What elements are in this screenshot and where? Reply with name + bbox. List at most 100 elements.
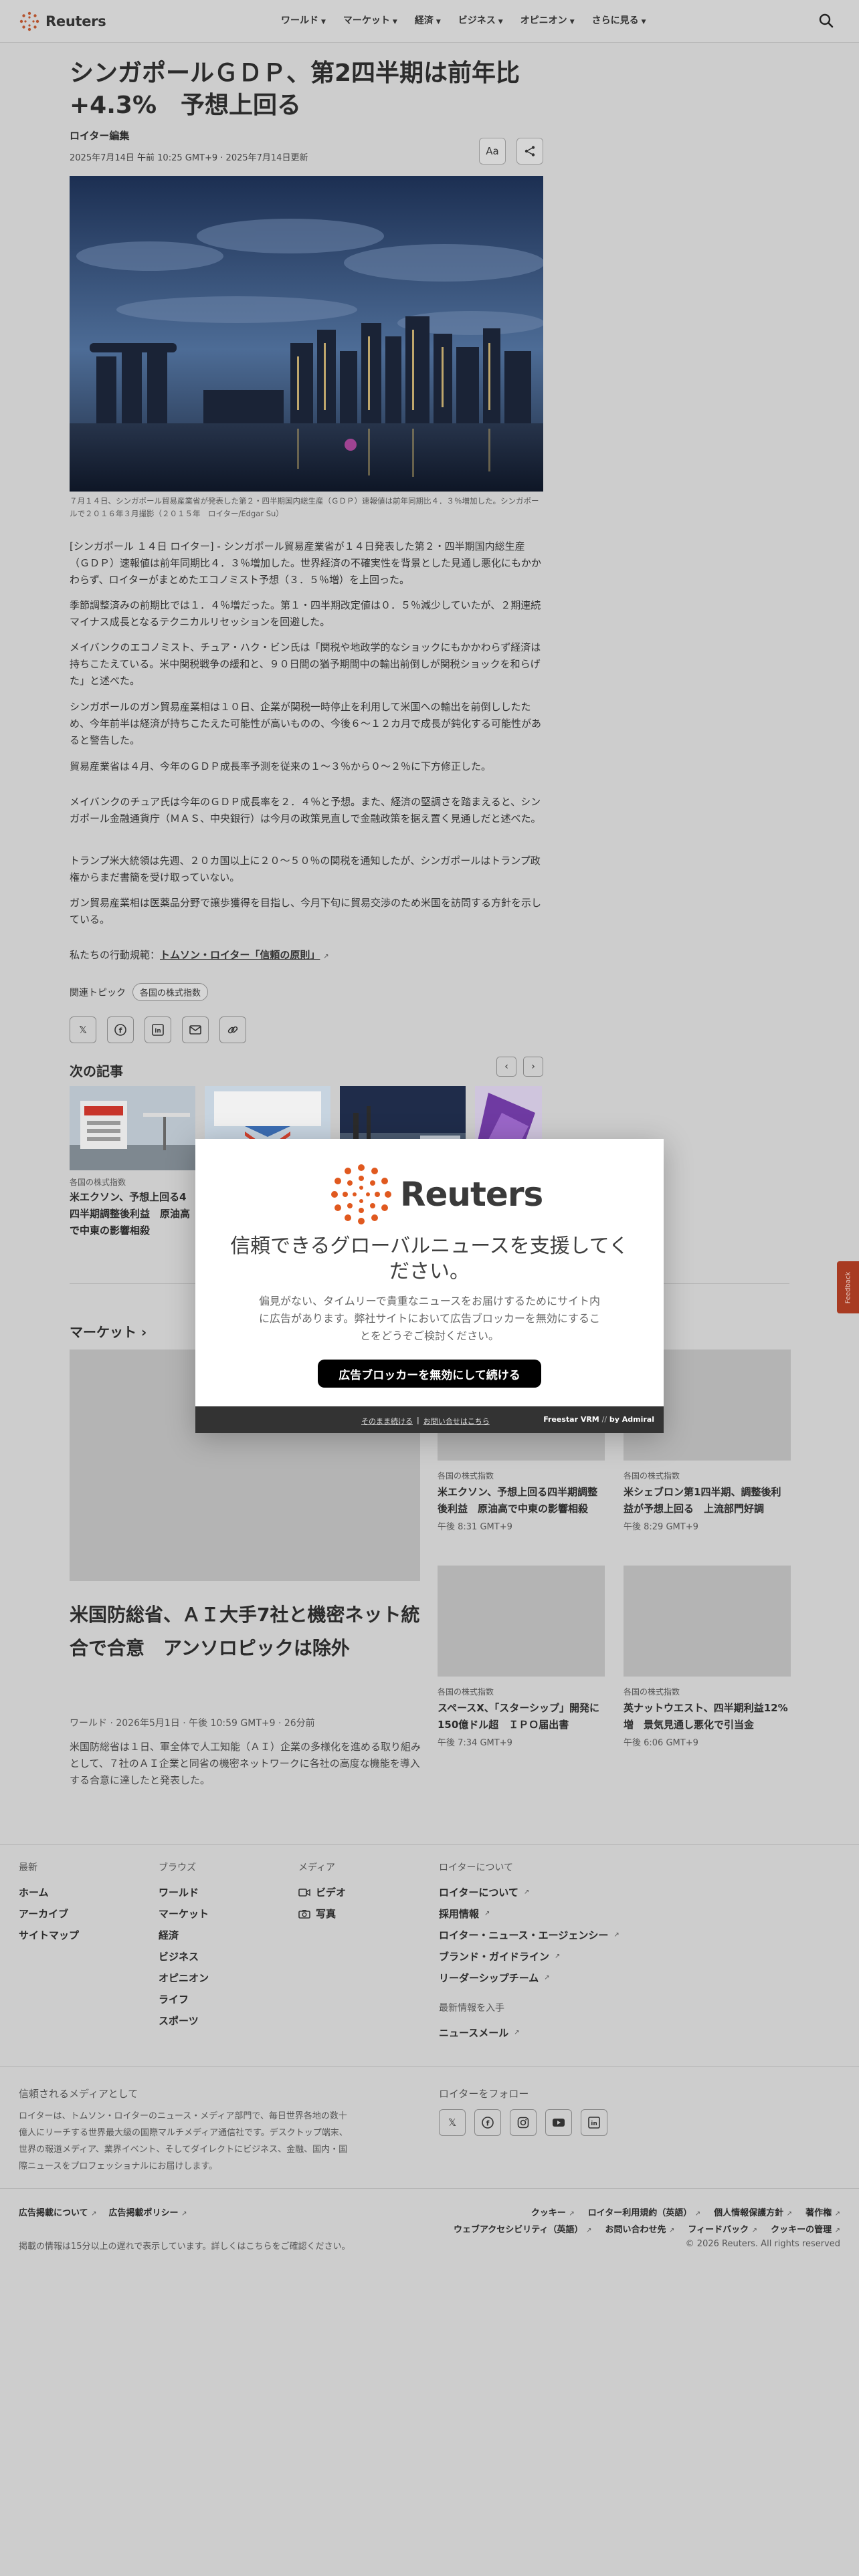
x-icon[interactable]: 𝕏: [439, 2109, 466, 2136]
legal-link[interactable]: クッキー ↗: [531, 2206, 575, 2218]
chevron-right-icon: ›: [531, 1061, 535, 1072]
footer-link[interactable]: ホーム: [19, 1882, 79, 1903]
disable-adblock-button[interactable]: 広告ブロッカーを無効にして続ける: [318, 1360, 541, 1388]
footer-link[interactable]: スポーツ: [159, 2010, 209, 2032]
instagram-icon[interactable]: [510, 2109, 537, 2136]
legal-links-right: クッキー ↗ ロイター利用規約（英語） ↗ 個人情報保護方針 ↗ 著作権 ↗ ウ…: [425, 2206, 840, 2235]
linkedin-icon[interactable]: in: [145, 1016, 171, 1043]
markets-card[interactable]: 各国の株式指数 英ナットウエスト、四半期利益12%増 景気見通し悪化で引当金 午…: [624, 1566, 791, 1748]
article-paragraph: 貿易産業省は４月、今年のＧＤＰ成長率予測を従来の１～３％から０～２％に下方修正し…: [70, 760, 492, 772]
footer-link[interactable]: 経済: [159, 1925, 209, 1946]
article-paragraph: [シンガポール １４日 ロイター] - シンガポール貿易産業省が１４日発表した第…: [70, 540, 542, 586]
chevron-right-icon: ›: [140, 1324, 147, 1340]
footer-link[interactable]: ライフ: [159, 1989, 209, 2010]
next-button[interactable]: ›: [523, 1057, 543, 1077]
svg-text:f: f: [486, 2119, 490, 2128]
footer-link[interactable]: リーダーシップチーム ↗: [439, 1967, 619, 1989]
feedback-tab[interactable]: Feedback: [837, 1261, 859, 1313]
modal-logo-text: Reuters: [400, 1175, 543, 1214]
story-category: 各国の株式指数: [70, 1178, 126, 1187]
footer-link[interactable]: ビジネス: [159, 1946, 209, 1967]
text-size-button[interactable]: Aa: [479, 138, 506, 165]
article-paragraph: ガン貿易産業相は医薬品分野で譲歩獲得を目指し、今月下旬に貿易交渉のため米国を訪問…: [70, 897, 542, 926]
topic-chip[interactable]: 各国の株式指数: [132, 983, 209, 1001]
footer-link[interactable]: アーカイブ: [19, 1903, 79, 1925]
updates-heading: 最新情報を入手: [439, 2003, 504, 2014]
share-button[interactable]: [516, 138, 543, 165]
facebook-icon[interactable]: f: [474, 2109, 501, 2136]
article-title: シンガポールＧＤＰ、第2四半期は前年比+4.3% 予想上回る: [70, 60, 520, 119]
chevron-down-icon: ▼: [641, 19, 646, 25]
legal-link[interactable]: ウェブアクセシビリティ（英語） ↗: [454, 2222, 592, 2235]
email-icon[interactable]: [182, 1016, 209, 1043]
footer-link[interactable]: ロイター・ニュース・エージェンシー ↗: [439, 1925, 619, 1946]
nav-economy[interactable]: 経済 ▼: [415, 13, 441, 27]
external-link-icon: ↗: [323, 953, 329, 960]
contact-link[interactable]: お問い合せはこちら: [423, 1416, 490, 1426]
external-link-icon: ↗: [834, 2227, 840, 2234]
article-paragraph: 季節調整済みの前期比では１．４％増だった。第１・四半期改定値は０．５％減少してい…: [70, 599, 541, 628]
markets-card-image: [438, 1566, 605, 1677]
external-link-icon: ↗: [834, 2210, 840, 2218]
chevron-left-icon: ‹: [504, 1061, 508, 1072]
nav-more[interactable]: さらに見る ▼: [592, 13, 646, 27]
nav-business[interactable]: ビジネス ▼: [458, 13, 503, 27]
search-icon[interactable]: [818, 12, 835, 29]
legal-link[interactable]: フィードバック ↗: [688, 2222, 757, 2235]
copyright: © 2026 Reuters. All rights reserved: [685, 2239, 840, 2249]
legal-link[interactable]: お問い合わせ先 ↗: [605, 2222, 674, 2235]
story-category: 各国の株式指数: [438, 1687, 494, 1697]
next-story-card[interactable]: 各国の株式指数 米エクソン、予想上回る4四半期調整後利益 原油高で中東の影響相殺: [70, 1086, 195, 1239]
youtube-icon[interactable]: [545, 2109, 572, 2136]
x-icon[interactable]: 𝕏: [70, 1016, 96, 1043]
markets-lead-meta: ワールド · 2026年5月1日 · 午後 10:59 GMT+9 · 26分前: [70, 1718, 315, 1729]
article-paragraph: シンガポールのガン貿易産業相は１０日、企業が関税一時停止を利用して米国への輸出を…: [70, 701, 542, 746]
story-time: 午後 6:06 GMT+9: [624, 1738, 698, 1748]
footer-link[interactable]: オピニオン: [159, 1967, 209, 1989]
share-bar: 𝕏 f in: [70, 1016, 246, 1043]
article-byline[interactable]: ロイター編集: [70, 128, 129, 142]
external-link-icon: ↗: [786, 2210, 793, 2218]
footer-link[interactable]: マーケット: [159, 1903, 209, 1925]
legal-link[interactable]: 広告掲載について ↗: [19, 2206, 97, 2218]
footer-link[interactable]: 採用情報 ↗: [439, 1903, 619, 1925]
nav-markets[interactable]: マーケット ▼: [343, 13, 397, 27]
markets-card[interactable]: 各国の株式指数 スペースX、「スターシップ」開発に150億ドル超 ＩＰＯ届出書 …: [438, 1566, 605, 1748]
reuters-logo-icon: [19, 11, 39, 31]
continue-link[interactable]: そのまま続ける: [361, 1416, 413, 1426]
prev-button[interactable]: ‹: [496, 1057, 516, 1077]
article-paragraph: メイバンクのエコノミスト、チュア・ハク・ビン氏は「関税や地政学的なショックにもか…: [70, 641, 541, 687]
footer-link[interactable]: ワールド: [159, 1882, 209, 1903]
svg-text:in: in: [155, 1028, 161, 1035]
facebook-icon[interactable]: f: [107, 1016, 134, 1043]
adblock-modal: Reuters 信頼できるグローバルニュースを支援してください。 偏見がない、タ…: [195, 1139, 664, 1433]
external-link-icon: ↗: [751, 2227, 758, 2234]
legal-link[interactable]: 広告掲載ポリシー ↗: [109, 2206, 187, 2218]
trusted-text: ロイターは、トムソン・ロイターのニュース・メディア部門で、毎日世界各地の数十億人…: [19, 2111, 348, 2171]
reuters-logo[interactable]: Reuters: [19, 11, 106, 32]
legal-link[interactable]: ロイター利用規約（英語） ↗: [588, 2206, 700, 2218]
footer-link[interactable]: ブランド・ガイドライン ↗: [439, 1946, 619, 1967]
nav-opinion[interactable]: オピニオン ▼: [520, 13, 575, 27]
legal-link[interactable]: クッキーの管理 ↗: [771, 2222, 840, 2235]
footer-link-photos[interactable]: 写真: [298, 1903, 346, 1925]
footer-col-browse: ブラウズ ワールド マーケット 経済 ビジネス オピニオン ライフ スポーツ: [159, 1860, 209, 2032]
footer-link[interactable]: ロイターについて ↗: [439, 1882, 619, 1903]
chevron-down-icon: ▼: [498, 19, 503, 25]
external-link-icon: ↗: [569, 2210, 575, 2218]
camera-icon: [298, 1910, 310, 1919]
markets-heading[interactable]: マーケット ›: [70, 1321, 147, 1341]
link-icon[interactable]: [219, 1016, 246, 1043]
linkedin-icon[interactable]: in: [581, 2109, 607, 2136]
footer-link-video[interactable]: ビデオ: [298, 1882, 346, 1903]
nav-world[interactable]: ワールド ▼: [281, 13, 326, 27]
markets-lead-headline[interactable]: 米国防総省、ＡＩ大手7社と機密ネット統合で合意 アンソロピックは除外: [70, 1598, 431, 1665]
legal-link[interactable]: 個人情報保護方針 ↗: [714, 2206, 792, 2218]
modal-heading: 信頼できるグローバルニュースを支援してください。: [230, 1235, 629, 1283]
newsletter-link[interactable]: ニュースメール ↗: [439, 2022, 619, 2044]
story-headline: 米エクソン、予想上回る四半期調整後利益 原油高で中東の影響相殺: [438, 1486, 598, 1515]
external-link-icon: ↗: [613, 1931, 619, 1939]
trust-principles-link[interactable]: トムソン・ロイター「信頼の原則」: [160, 949, 320, 961]
legal-link[interactable]: 著作権 ↗: [805, 2206, 840, 2218]
footer-link[interactable]: サイトマップ: [19, 1925, 79, 1946]
